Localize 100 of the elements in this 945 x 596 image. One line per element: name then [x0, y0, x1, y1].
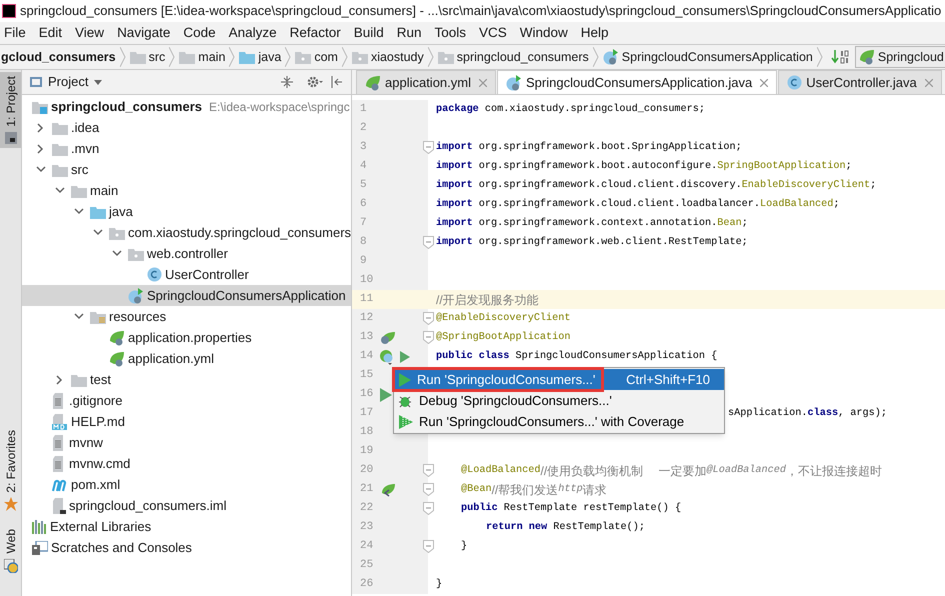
- tree-item[interactable]: resources: [22, 306, 351, 327]
- tree-item[interactable]: pom.xml: [22, 474, 351, 495]
- menu-item[interactable]: Debug 'SpringcloudConsumers...': [394, 390, 724, 411]
- tree-item[interactable]: web.controller: [22, 243, 351, 264]
- console-icon: [32, 540, 48, 554]
- menu-item[interactable]: Run 'SpringcloudConsumers...' Ctrl+Shift+F10: [394, 369, 724, 390]
- file-icon: [52, 498, 66, 514]
- side-tab[interactable]: 1: Project: [0, 72, 21, 148]
- menu-item[interactable]: Analyze: [228, 22, 277, 44]
- folder-icon: [239, 50, 256, 64]
- collapse-chevron-icon[interactable]: [37, 122, 44, 132]
- fold-marker-icon[interactable]: [423, 540, 434, 553]
- tree-item[interactable]: Scratches and Consoles: [22, 537, 351, 558]
- package-icon: [295, 50, 312, 64]
- line-number: 18: [359, 425, 374, 440]
- run-configuration-dropdown[interactable]: Springcloud: [854, 46, 945, 68]
- settings-icon[interactable]: [307, 76, 323, 88]
- tree-item[interactable]: mvnw: [22, 432, 351, 453]
- menu-item[interactable]: Run: [396, 22, 422, 44]
- tree-item[interactable]: External Libraries: [22, 516, 351, 537]
- expand-chevron-icon[interactable]: [92, 229, 102, 236]
- breadcrumb-item[interactable]: java: [239, 48, 282, 66]
- class-run-icon[interactable]: [380, 348, 412, 364]
- tree-item[interactable]: java: [22, 201, 351, 222]
- close-icon[interactable]: [760, 78, 768, 86]
- sort-icon[interactable]: [830, 50, 849, 64]
- tree-item[interactable]: springcloud_consumers E:\idea-workspace\springc: [22, 96, 351, 117]
- breadcrumb-item[interactable]: gcloud_consumers: [1, 48, 116, 66]
- collapse-chevron-icon[interactable]: [56, 374, 63, 384]
- fold-marker-icon[interactable]: [423, 464, 434, 477]
- menu-item[interactable]: Tools: [434, 22, 466, 44]
- menu-item[interactable]: Navigate: [117, 22, 170, 44]
- line-number: 25: [359, 558, 374, 574]
- class-icon: [602, 49, 619, 65]
- line-number: 1: [359, 102, 368, 118]
- tree-item[interactable]: HELP.md: [22, 411, 351, 432]
- fold-marker-icon[interactable]: [423, 331, 434, 344]
- close-icon[interactable]: [479, 78, 487, 86]
- tree-item[interactable]: springcloud_consumers.iml: [22, 495, 351, 516]
- breadcrumb-separator-icon: [169, 47, 176, 67]
- tree-item[interactable]: .mvn: [22, 138, 351, 159]
- package-icon: [352, 50, 368, 64]
- collapse-chevron-icon[interactable]: [37, 144, 44, 154]
- tree-item[interactable]: mvnw.cmd: [22, 453, 351, 474]
- tree-item[interactable]: UserController: [22, 264, 351, 285]
- menu-item[interactable]: File: [4, 22, 26, 44]
- editor-tab[interactable]: SpringcloudConsumersApplication.java: [497, 70, 778, 94]
- tree-item[interactable]: application.yml: [22, 348, 351, 369]
- breadcrumb-item[interactable]: com: [295, 48, 338, 66]
- fold-marker-icon[interactable]: [423, 502, 434, 515]
- breadcrumb-item[interactable]: SpringcloudConsumersApplication: [602, 48, 813, 66]
- expand-chevron-icon[interactable]: [36, 166, 46, 173]
- breadcrumb-item[interactable]: springcloud_consumers: [438, 48, 589, 66]
- fold-marker-icon[interactable]: [423, 312, 434, 325]
- tree-item[interactable]: .idea: [22, 117, 351, 138]
- tree-item[interactable]: main: [22, 180, 351, 201]
- expand-chevron-icon[interactable]: [74, 313, 84, 320]
- menu-item[interactable]: View: [75, 22, 104, 44]
- expand-chevron-icon[interactable]: [112, 250, 122, 257]
- menu-item[interactable]: Window: [520, 22, 568, 44]
- breadcrumb-item[interactable]: src: [130, 48, 166, 66]
- tree-item[interactable]: com.xiaostudy.springcloud_consumers: [22, 222, 351, 243]
- line-number: 12: [359, 311, 374, 326]
- fold-marker-icon[interactable]: [423, 141, 434, 154]
- bean-icon[interactable]: [380, 482, 396, 496]
- hide-panel-icon[interactable]: [331, 76, 343, 88]
- side-tab[interactable]: 2: Favorites: [0, 426, 21, 516]
- menu-item[interactable]: VCS: [479, 22, 507, 44]
- menu-item[interactable]: Code: [183, 22, 216, 44]
- tree-item[interactable]: .gitignore: [22, 390, 351, 411]
- bean-icon[interactable]: [380, 330, 396, 344]
- tree-item[interactable]: application.properties: [22, 327, 351, 348]
- close-icon[interactable]: [924, 78, 933, 86]
- menu-item[interactable]: Edit: [38, 22, 62, 44]
- breadcrumb-item[interactable]: xiaostudy: [352, 48, 424, 66]
- line-number: 16: [359, 387, 374, 402]
- menu-item[interactable]: Help: [580, 22, 609, 44]
- tree-item[interactable]: SpringcloudConsumersApplication: [22, 285, 351, 306]
- folder-icon: [90, 204, 106, 218]
- breadcrumb-separator-icon: [229, 47, 236, 67]
- editor-tab[interactable]: UserController.java: [778, 70, 942, 94]
- collapse-all-icon[interactable]: [281, 76, 293, 88]
- menu-item[interactable]: Run 'SpringcloudConsumers...' with Coverage: [394, 411, 724, 432]
- line-number: 24: [359, 539, 374, 554]
- line-number: 11: [359, 292, 374, 308]
- editor-tab[interactable]: application.yml: [356, 70, 496, 94]
- expand-chevron-icon[interactable]: [74, 208, 84, 215]
- breadcrumb-item[interactable]: main: [179, 48, 226, 66]
- side-tab[interactable]: Web: [0, 525, 21, 577]
- code-line: return new RestTemplate();: [486, 520, 645, 535]
- tree-item[interactable]: test: [22, 369, 351, 390]
- line-number: 19: [359, 444, 374, 460]
- menu-item[interactable]: Build: [354, 22, 384, 44]
- project-view-dropdown[interactable]: Project: [48, 72, 102, 92]
- fold-marker-icon[interactable]: [423, 236, 434, 249]
- expand-chevron-icon[interactable]: [54, 187, 64, 194]
- tree-item[interactable]: src: [22, 159, 351, 180]
- fold-marker-icon[interactable]: [423, 483, 434, 496]
- code-line: public class SpringcloudConsumersApplication {: [436, 350, 718, 364]
- menu-item[interactable]: Refactor: [290, 22, 341, 44]
